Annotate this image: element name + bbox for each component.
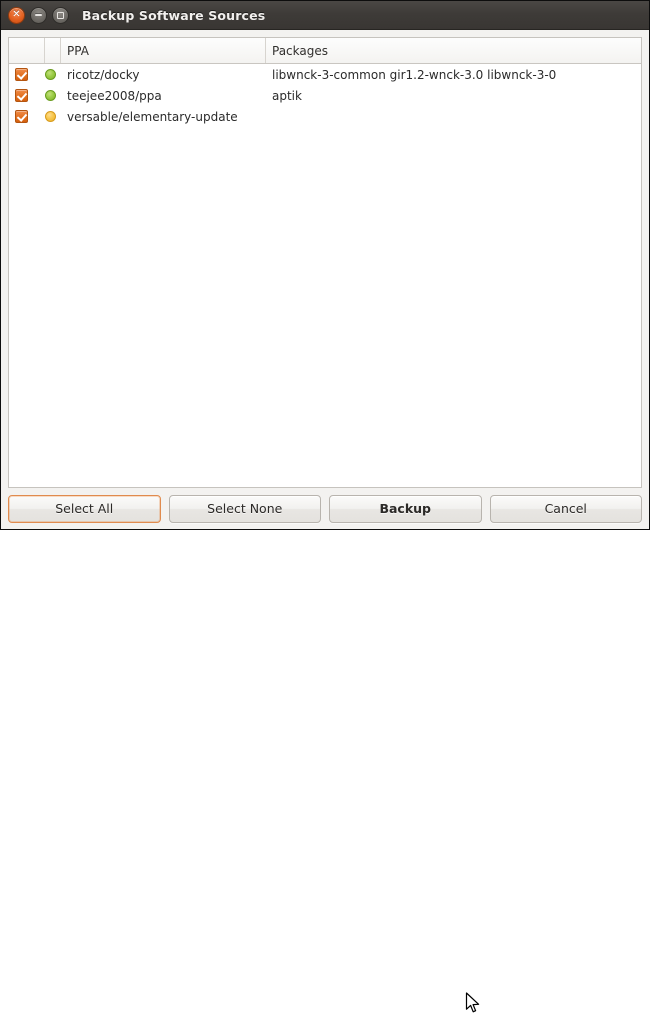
table-row[interactable]: versable/elementary-update xyxy=(9,106,641,127)
table-row[interactable]: ricotz/docky libwnck-3-common gir1.2-wnc… xyxy=(9,64,641,85)
column-header-ppa[interactable]: PPA xyxy=(61,38,266,63)
table-header: PPA Packages xyxy=(9,38,641,64)
row-status-cell xyxy=(45,69,61,80)
minimize-glyph xyxy=(35,14,42,16)
close-glyph: ✕ xyxy=(12,9,21,20)
maximize-glyph xyxy=(57,11,64,19)
window-title: Backup Software Sources xyxy=(82,7,266,23)
status-dot-icon xyxy=(45,69,56,80)
software-sources-list[interactable]: PPA Packages ricotz/docky libwnck-3-comm… xyxy=(8,37,642,488)
row-packages: aptik xyxy=(272,88,302,103)
checkbox-icon[interactable] xyxy=(15,89,28,102)
mouse-cursor-icon xyxy=(465,992,480,1013)
row-status-cell xyxy=(45,111,61,122)
title-bar: ✕ Backup Software Sources xyxy=(1,1,649,30)
checkbox-icon[interactable] xyxy=(15,110,28,123)
cancel-button[interactable]: Cancel xyxy=(489,494,642,523)
column-header-status[interactable] xyxy=(45,38,61,63)
dialog-content: PPA Packages ricotz/docky libwnck-3-comm… xyxy=(1,30,649,488)
row-checkbox-cell[interactable] xyxy=(9,68,45,81)
row-checkbox-cell[interactable] xyxy=(9,89,45,102)
window-controls: ✕ xyxy=(8,6,69,24)
row-status-cell xyxy=(45,90,61,101)
column-header-packages[interactable]: Packages xyxy=(266,38,641,63)
status-dot-icon xyxy=(45,90,56,101)
select-all-button[interactable]: Select All xyxy=(8,494,161,523)
dialog-window: ✕ Backup Software Sources PPA Packages r… xyxy=(0,0,650,1013)
table-body: ricotz/docky libwnck-3-common gir1.2-wnc… xyxy=(9,64,641,487)
row-ppa: ricotz/docky xyxy=(67,67,140,82)
select-none-button[interactable]: Select None xyxy=(168,494,321,523)
close-icon[interactable]: ✕ xyxy=(8,6,25,24)
row-packages: libwnck-3-common gir1.2-wnck-3.0 libwnck… xyxy=(272,67,557,82)
table-row[interactable]: teejee2008/ppa aptik xyxy=(9,85,641,106)
row-ppa: teejee2008/ppa xyxy=(67,88,162,103)
backup-button[interactable]: Backup xyxy=(329,494,482,523)
minimize-icon[interactable] xyxy=(30,6,47,24)
row-ppa: versable/elementary-update xyxy=(67,109,238,124)
column-header-checkbox[interactable] xyxy=(9,38,45,63)
maximize-icon[interactable] xyxy=(52,6,69,24)
checkbox-icon[interactable] xyxy=(15,68,28,81)
status-dot-icon xyxy=(45,111,56,122)
dialog-button-bar: Select All Select None Backup Cancel xyxy=(1,488,649,1013)
row-checkbox-cell[interactable] xyxy=(9,110,45,123)
